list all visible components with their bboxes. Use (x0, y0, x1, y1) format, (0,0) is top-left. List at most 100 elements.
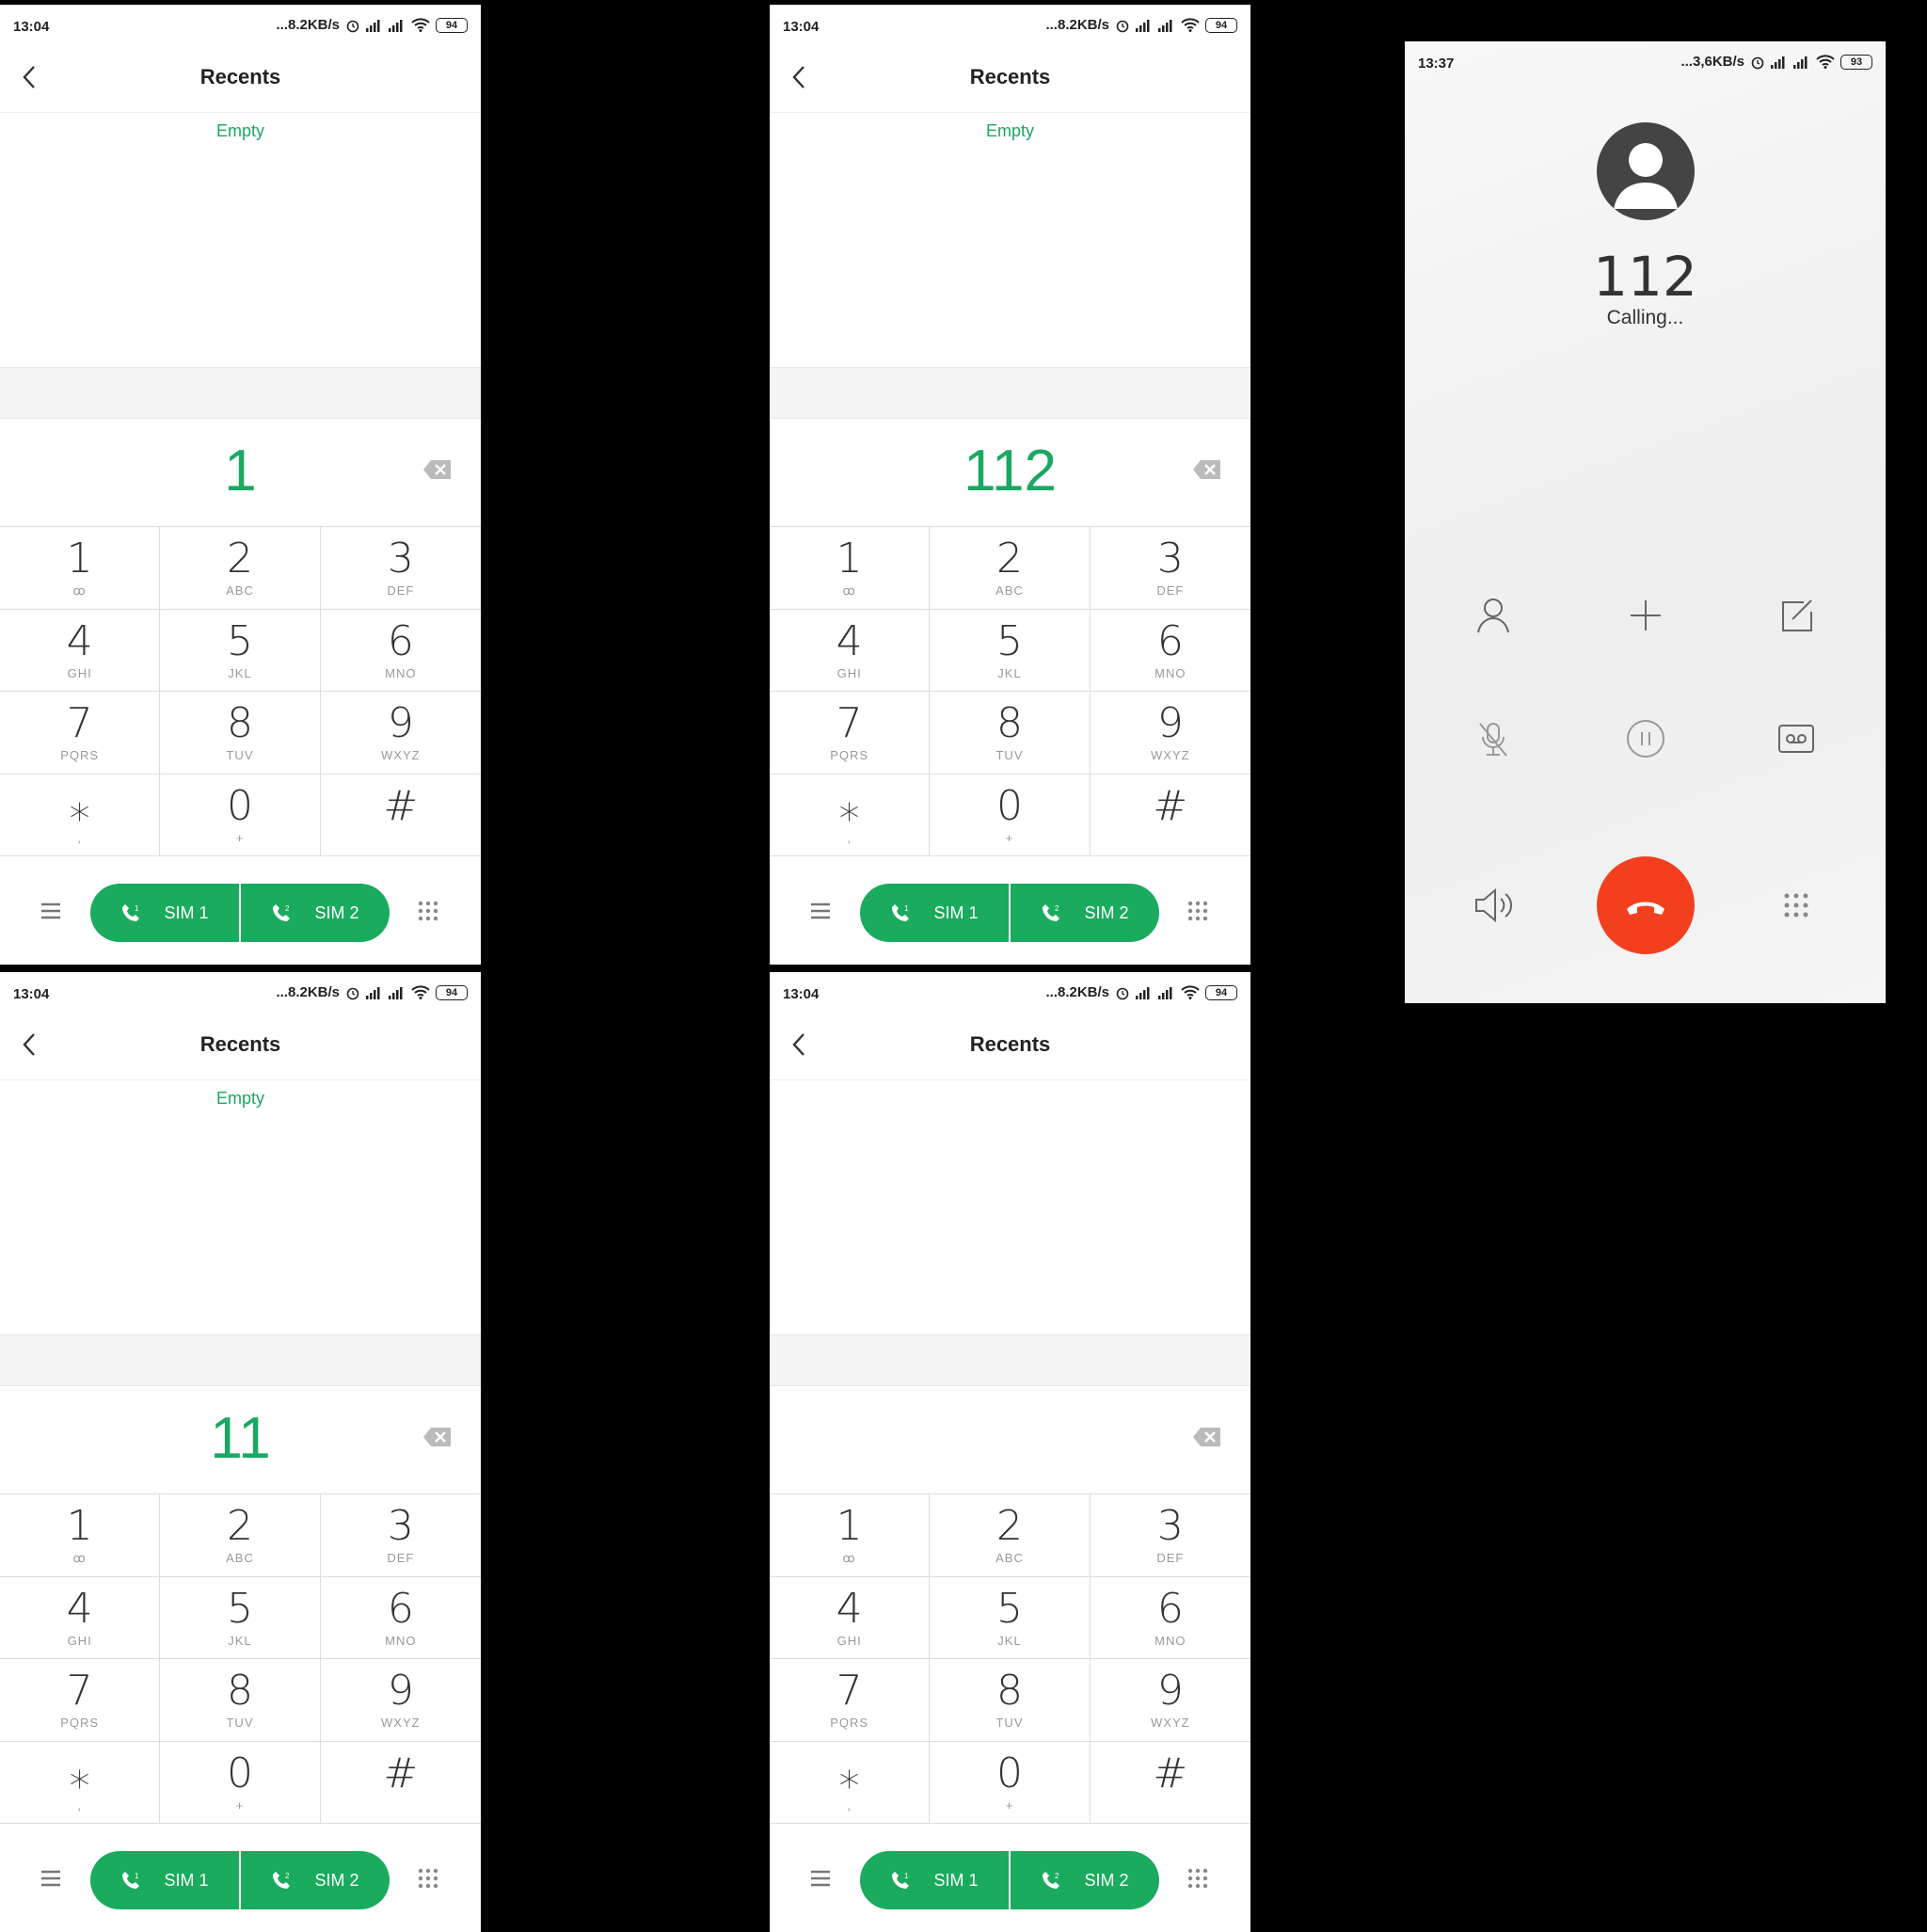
dial-key[interactable]: 4 GHI (770, 1576, 931, 1659)
call-sim2-button[interactable]: 2 SIM 2 (239, 884, 390, 942)
dial-key[interactable]: ⁎ , (0, 1741, 161, 1824)
dial-key[interactable]: 1 ꝏ (770, 1494, 931, 1577)
dial-key[interactable]: ⁎ , (770, 1741, 931, 1824)
call-sim2-button[interactable]: 2 SIM 2 (1009, 1851, 1159, 1909)
dial-key[interactable]: 7 PQRS (0, 1659, 161, 1742)
wifi-icon (1181, 985, 1200, 999)
dial-key[interactable]: 3 DEF (320, 1494, 481, 1577)
dial-key[interactable]: 4 GHI (0, 609, 161, 692)
dial-key[interactable]: 0 + (160, 774, 321, 856)
keypad-toggle-icon[interactable] (417, 900, 439, 922)
dial-key[interactable]: # (1090, 1742, 1250, 1824)
menu-icon[interactable] (40, 1868, 62, 1889)
dial-key[interactable]: 3 DEF (1090, 527, 1250, 610)
dial-key[interactable]: 6 MNO (1090, 610, 1250, 692)
divider (770, 1334, 1250, 1386)
key-letters: + (235, 1797, 245, 1812)
dial-key[interactable]: 9 WXYZ (320, 692, 481, 774)
notes-icon[interactable] (1776, 595, 1817, 636)
dial-key[interactable]: # (320, 1742, 481, 1824)
dial-key[interactable]: 2 ABC (160, 1494, 321, 1577)
dial-key[interactable]: 2 ABC (160, 527, 321, 610)
dial-key[interactable]: 7 PQRS (0, 692, 161, 774)
dial-key[interactable]: 1 ꝏ (0, 1494, 161, 1577)
dial-key[interactable]: 5 JKL (160, 609, 321, 692)
menu-icon[interactable] (809, 901, 832, 921)
key-letters: TUV (995, 748, 1024, 762)
dial-key[interactable]: 8 TUV (160, 692, 321, 774)
add-call-icon[interactable] (1625, 595, 1666, 636)
end-call-button[interactable] (1597, 856, 1695, 954)
dial-key[interactable]: 0 + (160, 1741, 321, 1824)
call-sim1-button[interactable]: 1 SIM 1 (90, 884, 239, 942)
dial-key[interactable]: 7 PQRS (770, 692, 931, 774)
dial-key[interactable]: 8 TUV (160, 1659, 321, 1742)
call-sim2-button[interactable]: 2 SIM 2 (239, 1851, 390, 1909)
dial-key[interactable]: 9 WXYZ (1090, 1659, 1250, 1742)
dial-key[interactable]: 1 ꝏ (770, 527, 931, 610)
phone-sim2-icon: 2 (1043, 1872, 1060, 1889)
hold-icon[interactable] (1625, 718, 1666, 759)
speaker-icon[interactable] (1473, 885, 1514, 926)
dialer-screen: 13:04 ...8.2KB/s 94 Recents 1 ꝏ 2 ABC 3 … (770, 972, 1250, 1932)
contacts-icon[interactable] (1473, 595, 1514, 636)
page-title: Recents (969, 65, 1051, 88)
call-sim1-button[interactable]: 1 SIM 1 (90, 1851, 239, 1909)
dial-key[interactable]: ⁎ , (0, 774, 161, 856)
wifi-icon (1181, 18, 1200, 32)
record-icon[interactable] (1776, 718, 1817, 759)
dial-key[interactable]: 5 JKL (160, 1576, 321, 1659)
keypad-icon[interactable] (1776, 885, 1817, 926)
key-digit: 5 (995, 1584, 1023, 1633)
dial-key[interactable]: 4 GHI (0, 1576, 161, 1659)
phone-sim1-icon: 1 (122, 904, 140, 921)
dial-key[interactable]: 6 MNO (320, 610, 481, 692)
dial-key[interactable]: # (1090, 774, 1250, 856)
dial-key[interactable]: 7 PQRS (770, 1659, 931, 1742)
dial-key[interactable]: 2 ABC (930, 527, 1091, 610)
keypad-toggle-icon[interactable] (1186, 900, 1209, 922)
phone-sim2-icon: 2 (273, 904, 291, 921)
dial-key[interactable]: # (320, 774, 481, 856)
dial-key[interactable]: ⁎ , (770, 774, 931, 856)
dial-key[interactable]: 8 TUV (930, 692, 1091, 774)
menu-icon[interactable] (809, 1868, 832, 1889)
backspace-icon[interactable] (422, 458, 453, 481)
dial-key[interactable]: 4 GHI (770, 609, 931, 692)
dial-key[interactable]: 2 ABC (930, 1494, 1091, 1577)
backspace-icon[interactable] (1192, 458, 1222, 481)
dial-key[interactable]: 1 ꝏ (0, 527, 161, 610)
backspace-icon[interactable] (422, 1426, 453, 1448)
key-digit: 6 (1156, 1584, 1184, 1633)
menu-icon[interactable] (40, 901, 62, 921)
dial-key[interactable]: 0 + (930, 1741, 1091, 1824)
keypad-toggle-icon[interactable] (417, 1867, 439, 1890)
dial-key[interactable]: 9 WXYZ (1090, 692, 1250, 774)
signal-icon (1136, 986, 1150, 999)
dial-key[interactable]: 3 DEF (1090, 1494, 1250, 1577)
title-bar: Recents (0, 1010, 481, 1080)
key-digit: 1 (836, 1502, 863, 1550)
number-display: 1 (0, 417, 481, 527)
keypad-toggle-icon[interactable] (1186, 1867, 1209, 1890)
backspace-icon[interactable] (1192, 1426, 1222, 1448)
dial-key[interactable]: 5 JKL (930, 609, 1091, 692)
call-sim2-button[interactable]: 2 SIM 2 (1009, 884, 1159, 942)
status-time: 13:04 (13, 19, 50, 35)
mute-icon[interactable] (1473, 718, 1514, 759)
key-letters: DEF (1156, 1551, 1185, 1565)
dial-key[interactable]: 0 + (930, 774, 1091, 856)
key-letters: + (1005, 830, 1014, 845)
call-sim1-button[interactable]: 1 SIM 1 (860, 884, 1009, 942)
dial-key[interactable]: 3 DEF (320, 527, 481, 610)
call-buttons: 1 SIM 1 2 SIM 2 (860, 1851, 1159, 1909)
dial-key[interactable]: 8 TUV (930, 1659, 1091, 1742)
dial-key[interactable]: 6 MNO (1090, 1577, 1250, 1659)
dial-key[interactable]: 9 WXYZ (320, 1659, 481, 1742)
call-sim1-button[interactable]: 1 SIM 1 (860, 1851, 1009, 1909)
battery-indicator: 94 (1205, 17, 1237, 33)
dial-key[interactable]: 5 JKL (930, 1576, 1091, 1659)
svg-text:2: 2 (285, 904, 290, 913)
dial-key[interactable]: 6 MNO (320, 1577, 481, 1659)
battery-indicator: 94 (436, 984, 468, 1000)
